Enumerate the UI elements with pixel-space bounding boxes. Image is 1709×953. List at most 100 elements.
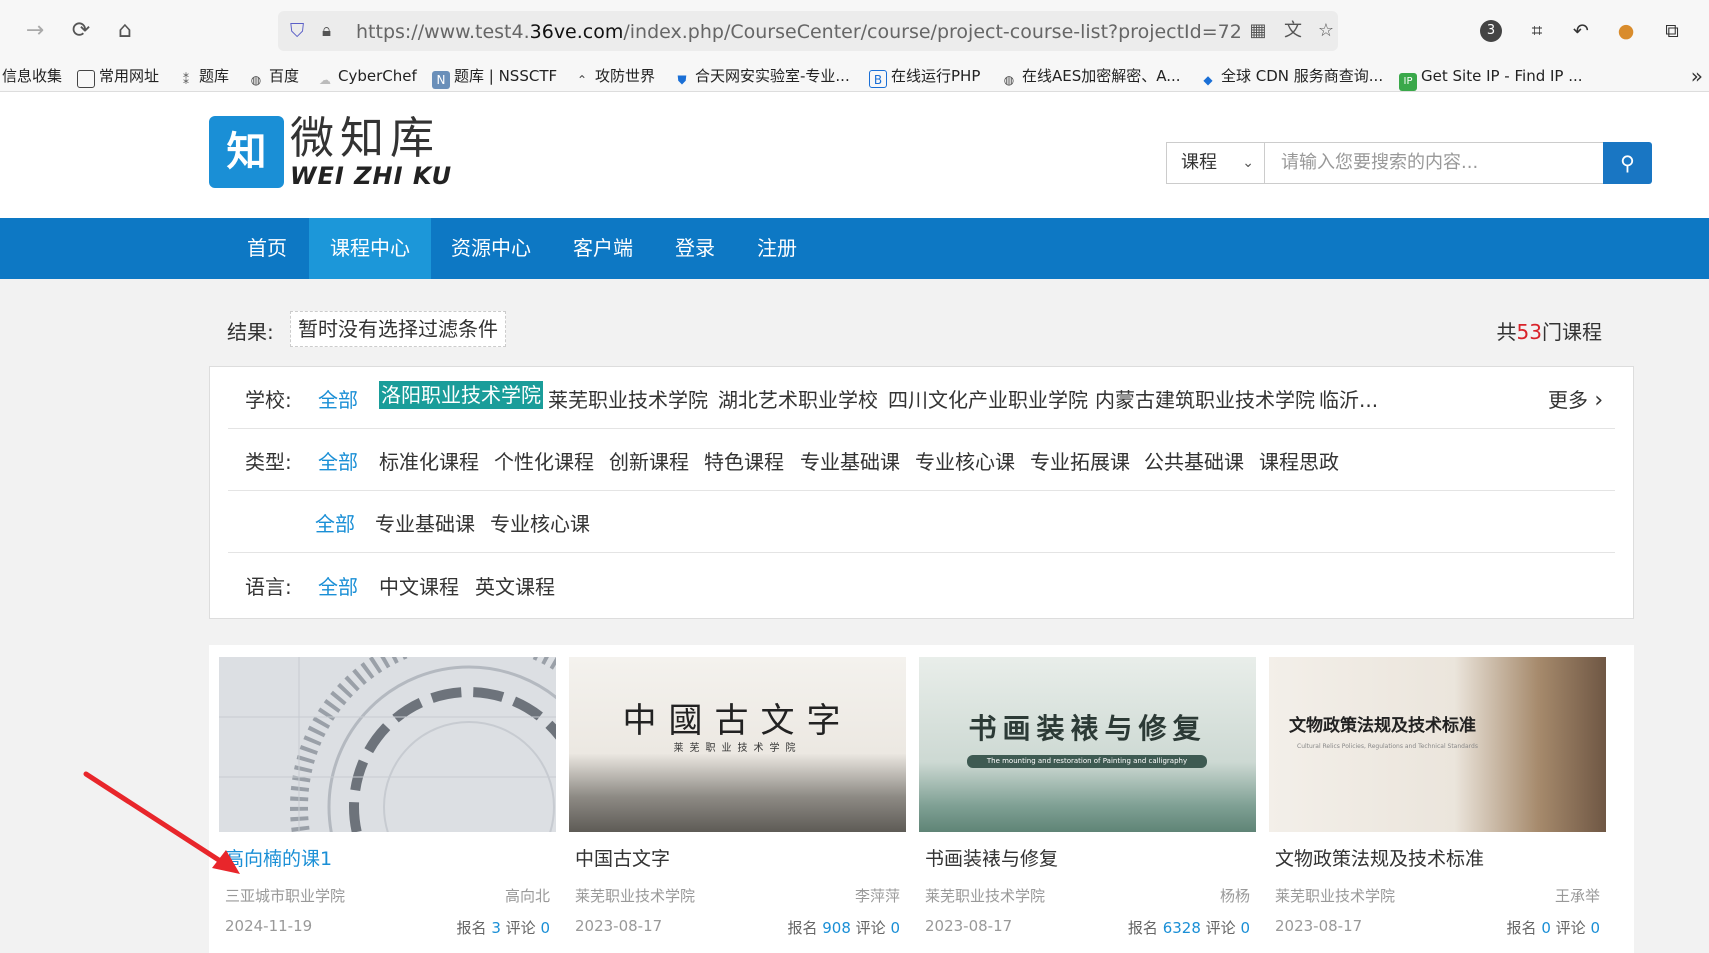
home-icon[interactable]: ⌂	[112, 18, 138, 44]
language-all[interactable]: 全部	[318, 571, 358, 600]
school-option[interactable]: 四川文化产业职业学院	[888, 384, 1088, 413]
course-card[interactable]: 中國古文字 莱芜职业技术学院 中国古文字 莱芜职业技术学院 李萍萍 2023-0…	[569, 657, 906, 953]
chevron-right-icon[interactable]: »	[1691, 64, 1703, 88]
translate-icon[interactable]: 文	[1281, 20, 1305, 42]
qr-code-icon[interactable]: ▦	[1246, 20, 1270, 42]
bookmark-item[interactable]: IP Get Site IP - Find IP ...	[1399, 65, 1583, 91]
lock-icon[interactable]: 🔒︎	[322, 20, 344, 42]
course-thumbnail[interactable]: 书画装裱与修复 The mounting and restoration of …	[919, 657, 1256, 832]
subtype-option[interactable]: 专业核心课	[490, 508, 590, 537]
comment-count: 0	[1590, 919, 1600, 937]
type-option[interactable]: 创新课程	[609, 446, 689, 475]
logo-chinese[interactable]: 微知库	[290, 116, 440, 162]
filter-row-school: 学校: 全部 洛阳职业技术学院 莱芜职业技术学院 湖北艺术职业学校 四川文化产业…	[228, 367, 1615, 429]
extension-avatar-icon[interactable]: ●	[1612, 17, 1640, 45]
search-input[interactable]: 请输入您要搜索的内容...	[1264, 142, 1604, 184]
search-type-select[interactable]: 课程 ⌄	[1166, 142, 1265, 184]
school-all[interactable]: 全部	[318, 384, 358, 413]
school-option[interactable]: 莱芜职业技术学院	[548, 384, 708, 413]
nav-register[interactable]: 注册	[740, 218, 814, 279]
main-nav: 首页 课程中心 资源中心 客户端 登录 注册	[0, 218, 1709, 279]
bookmark-item[interactable]: ☁ CyberChef	[316, 65, 417, 87]
course-stats: 报名 0 评论 0	[1507, 917, 1600, 938]
search-button[interactable]: ⚲	[1603, 142, 1652, 184]
globe-icon: ◍	[250, 73, 262, 87]
subtype-option[interactable]: 专业基础课	[375, 508, 475, 537]
bookmark-item[interactable]: ⁑ 题库	[177, 65, 229, 87]
nav-login[interactable]: 登录	[660, 218, 730, 279]
chevron-down-icon: ⌄	[1242, 155, 1254, 171]
enroll-label: 报名	[1127, 919, 1158, 937]
bookmark-item[interactable]: ⌃ 攻防世界	[573, 65, 655, 87]
language-option[interactable]: 中文课程	[379, 571, 459, 600]
bookmark-item[interactable]: ◍ 在线AES加密解密、A...	[1000, 65, 1181, 87]
nav-home[interactable]: 首页	[228, 218, 306, 279]
course-teacher: 李萍萍	[854, 887, 900, 905]
nav-resource-center[interactable]: 资源中心	[434, 218, 548, 279]
enroll-count: 3	[491, 919, 501, 937]
course-thumbnail[interactable]	[219, 657, 556, 832]
star-icon[interactable]: ☆	[1314, 20, 1338, 42]
course-stats: 报名 908 评论 0	[787, 917, 900, 938]
subtype-all[interactable]: 全部	[315, 508, 355, 537]
reload-icon[interactable]: ⟳	[68, 18, 94, 44]
course-title[interactable]: 文物政策法规及技术标准	[1275, 844, 1484, 871]
course-thumbnail[interactable]: 中國古文字 莱芜职业技术学院	[569, 657, 906, 832]
url-text[interactable]: https://www.test4.36ve.com/index.php/Cou…	[356, 21, 1242, 43]
type-all[interactable]: 全部	[318, 446, 358, 475]
address-bar[interactable]: ⛉ 🔒︎ https://www.test4.36ve.com/index.ph…	[278, 11, 1338, 51]
course-list: 高向楠的课1 三亚城市职业学院 高向北 2024-11-19 报名 3 评论 0…	[209, 645, 1634, 953]
type-option[interactable]: 专业基础课	[800, 446, 900, 475]
thumb-title: 中國古文字	[622, 701, 853, 741]
course-date: 2023-08-17	[575, 917, 663, 935]
course-title[interactable]: 书画装裱与修复	[925, 844, 1058, 871]
forward-icon[interactable]: →	[22, 18, 48, 44]
url-prefix: https://www.test4.	[356, 21, 530, 43]
bookmark-label: 题库 | NSSCTF	[454, 67, 558, 85]
school-option[interactable]: 湖北艺术职业学校	[718, 384, 878, 413]
type-option[interactable]: 专业拓展课	[1030, 446, 1130, 475]
result-filter-tag: 暂时没有选择过滤条件	[290, 311, 506, 347]
comment-count: 0	[540, 919, 550, 937]
type-option[interactable]: 个性化课程	[494, 446, 594, 475]
extensions-icon[interactable]: ⧉	[1658, 17, 1686, 45]
undo-icon[interactable]: ↶	[1567, 17, 1595, 45]
crop-icon[interactable]: ⌗	[1523, 17, 1551, 45]
bookmark-label: CyberChef	[338, 67, 417, 85]
type-option[interactable]: 特色课程	[704, 446, 784, 475]
bookmark-item[interactable]: B 在线运行PHP	[869, 65, 980, 88]
bookmark-item[interactable]: 常用网址	[77, 65, 159, 88]
school-option[interactable]: 临沂...	[1319, 384, 1378, 413]
bookmark-item[interactable]: N 题库 | NSSCTF	[432, 65, 558, 89]
b-icon: B	[869, 70, 887, 88]
nav-course-center[interactable]: 课程中心	[309, 218, 431, 279]
bookmark-item[interactable]: ⛊ 合天网安实验室-专业...	[673, 65, 849, 87]
course-title[interactable]: 中国古文字	[575, 844, 670, 871]
bookmark-item[interactable]: 信息收集	[2, 65, 62, 87]
comment-label: 评论	[1555, 919, 1586, 937]
shield-icon: ⛊	[677, 73, 687, 87]
course-school: 莱芜职业技术学院	[575, 887, 696, 905]
nav-client[interactable]: 客户端	[556, 218, 650, 279]
type-option[interactable]: 课程思政	[1259, 446, 1339, 475]
logo-english[interactable]: WEI ZHI KU	[290, 162, 452, 190]
course-card[interactable]: 书画装裱与修复 The mounting and restoration of …	[919, 657, 1256, 953]
bookmark-item[interactable]: ◍ 百度	[247, 65, 299, 87]
bookmark-label: 百度	[269, 67, 300, 85]
type-option[interactable]: 公共基础课	[1144, 446, 1244, 475]
course-thumbnail[interactable]: 文物政策法规及技术标准 Cultural Relics Policies, Re…	[1269, 657, 1606, 832]
school-option[interactable]: 内蒙古建筑职业技术学院	[1095, 384, 1315, 413]
course-card[interactable]: 高向楠的课1 三亚城市职业学院 高向北 2024-11-19 报名 3 评论 0	[219, 657, 556, 953]
shield-icon[interactable]: ⛉	[290, 20, 312, 42]
school-option-selected[interactable]: 洛阳职业技术学院	[379, 381, 543, 409]
course-date: 2024-11-19	[225, 917, 313, 935]
language-option[interactable]: 英文课程	[475, 571, 555, 600]
logo-mark[interactable]: 知	[209, 116, 284, 188]
course-card[interactable]: 文物政策法规及技术标准 Cultural Relics Policies, Re…	[1269, 657, 1606, 953]
school-more[interactable]: 更多 ›	[1548, 384, 1603, 413]
extension-badge-icon[interactable]: 3	[1477, 17, 1505, 45]
folder-icon	[77, 70, 95, 88]
bookmark-item[interactable]: ◆ 全球 CDN 服务商查询...	[1199, 65, 1383, 87]
type-option[interactable]: 专业核心课	[915, 446, 1015, 475]
type-option[interactable]: 标准化课程	[379, 446, 479, 475]
